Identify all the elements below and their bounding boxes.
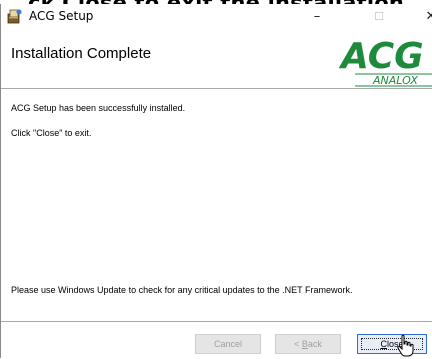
cancel-button: Cancel: [195, 334, 261, 354]
wizard-header: Installation Complete ACG ANALOX: [1, 30, 432, 89]
back-prefix: <: [294, 339, 302, 349]
button-bar: Cancel < Back Close: [1, 321, 432, 359]
acg-analox-logo: ACG ANALOX: [338, 36, 432, 87]
back-rest: ack: [307, 339, 322, 349]
logo-secondary-text: ANALOX: [372, 74, 418, 87]
minimize-button[interactable]: –: [297, 4, 337, 30]
close-button[interactable]: Close: [357, 334, 427, 354]
logo-primary-text: ACG: [338, 36, 424, 77]
exit-instruction: Click "Close" to exit.: [11, 128, 92, 138]
back-button: < Back: [275, 334, 341, 354]
window-title: ACG Setup: [29, 9, 94, 23]
title-bar[interactable]: ACG Setup – ☐ ✕: [1, 4, 432, 30]
success-message: ACG Setup has been successfully installe…: [11, 103, 186, 113]
close-window-button[interactable]: ✕: [411, 4, 432, 30]
page-title: Installation Complete: [11, 45, 152, 62]
installer-icon: [7, 9, 22, 24]
maximize-button: ☐: [374, 10, 384, 23]
update-notice: Please use Windows Update to check for a…: [11, 285, 353, 295]
setup-window: ACG Setup – ☐ ✕ Installation Complete AC…: [0, 4, 432, 359]
hand-pointer-icon: [397, 334, 414, 357]
